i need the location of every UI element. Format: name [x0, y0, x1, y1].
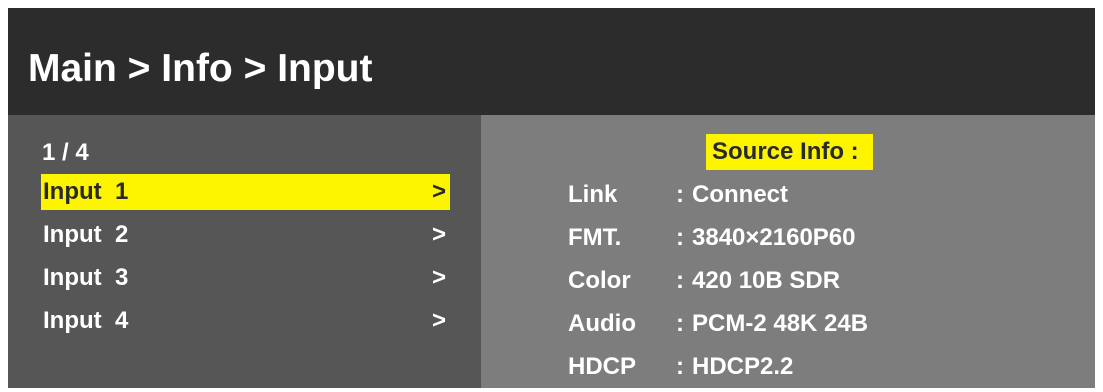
chevron-right-icon: > [431, 221, 446, 248]
info-value: Connect [692, 181, 788, 208]
info-separator: : [676, 181, 684, 208]
menu-item-label: Input 2 [43, 221, 129, 248]
menu-item-label: Input 1 [43, 178, 129, 205]
info-value: PCM-2 48K 24B [692, 310, 869, 337]
menu-item-input-3[interactable]: Input 3 > [41, 260, 450, 296]
source-info-list: Link: Connect FMT.:3840×2160P60 Color:420… [568, 177, 868, 392]
info-separator: : [676, 353, 684, 380]
menu-item-input-2[interactable]: Input 2 > [41, 217, 450, 253]
info-separator: : [676, 224, 684, 251]
info-value: HDCP2.2 [692, 353, 794, 380]
source-info-panel: Source Info : Link: Connect FMT.:3840×216… [481, 115, 1095, 388]
info-row-hdcp: HDCP: HDCP2.2 [568, 349, 868, 392]
source-info-title: Source Info : [706, 134, 873, 170]
info-row-audio: Audio: PCM-2 48K 24B [568, 306, 868, 349]
info-separator: : [676, 310, 684, 337]
input-menu-panel: 1 / 4 Input 1 > Input 2 > Input 3 > Inpu… [8, 115, 481, 388]
chevron-right-icon: > [431, 307, 446, 334]
info-row-format: FMT.:3840×2160P60 [568, 220, 868, 263]
menu-item-input-4[interactable]: Input 4 > [41, 303, 450, 339]
chevron-right-icon: > [431, 178, 446, 205]
osd-menu: Main > Info > Input 1 / 4 Input 1 > Inpu… [8, 8, 1095, 388]
menu-item-label: Input 3 [43, 264, 129, 291]
info-value: 3840×2160P60 [692, 224, 856, 251]
info-value: 420 10B SDR [692, 267, 841, 294]
chevron-right-icon: > [431, 264, 446, 291]
info-separator: : [676, 267, 684, 294]
header-bar: Main > Info > Input [8, 8, 1095, 115]
info-key: FMT. [568, 224, 622, 251]
info-row-color: Color:420 10B SDR [568, 263, 868, 306]
menu-item-input-1[interactable]: Input 1 > [41, 174, 450, 210]
info-key: Color [568, 267, 631, 294]
info-key: HDCP [568, 353, 637, 380]
info-row-link: Link: Connect [568, 177, 868, 220]
info-key: Audio [568, 310, 636, 337]
breadcrumb: Main > Info > Input [28, 47, 373, 90]
page-indicator: 1 / 4 [42, 139, 89, 166]
input-list: Input 1 > Input 2 > Input 3 > Input 4 > [41, 174, 450, 346]
info-key: Link [568, 181, 618, 208]
menu-item-label: Input 4 [43, 307, 129, 334]
